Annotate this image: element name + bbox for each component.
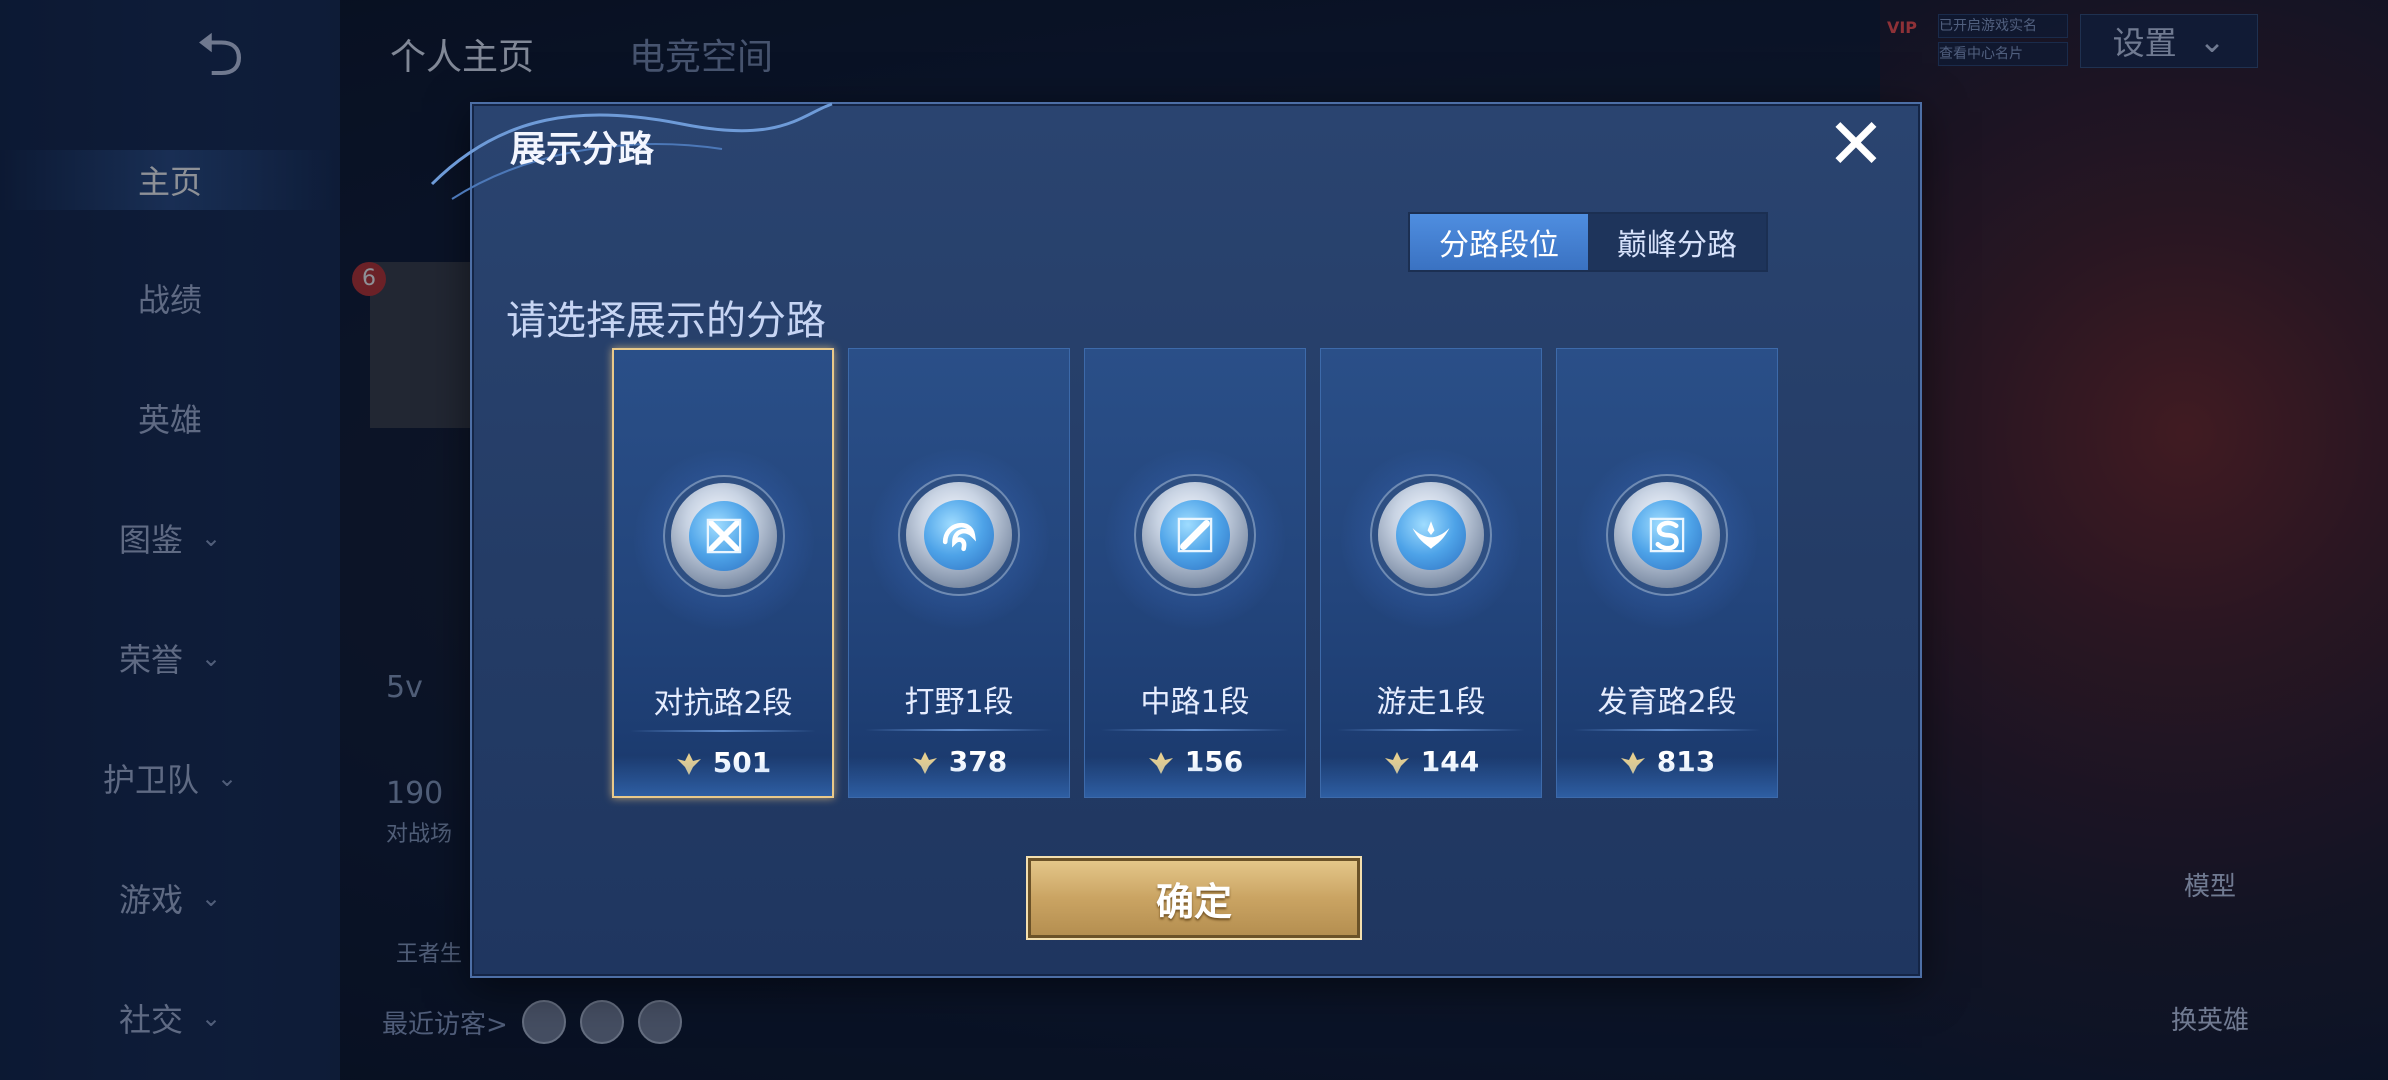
clash-lane-icon (671, 483, 777, 589)
lane-card-list: 对抗路2段 501 打野1段 378 (612, 348, 1778, 798)
lane-display-dialog: 展示分路 ✕ 分路段位 巅峰分路 请选择展示的分路 对抗路2段 501 (430, 102, 1922, 978)
roam-icon (1378, 482, 1484, 588)
farm-lane-icon (1614, 482, 1720, 588)
card-bottom-glow (849, 757, 1069, 797)
divider (865, 729, 1053, 731)
tab-lane-rank[interactable]: 分路段位 (1410, 214, 1588, 270)
card-bottom-glow (1557, 757, 1777, 797)
confirm-button[interactable]: 确定 (1026, 856, 1362, 940)
lane-rank-label: 游走1段 (1376, 685, 1486, 720)
lane-card-clash[interactable]: 对抗路2段 501 (612, 348, 834, 798)
divider (1337, 729, 1525, 731)
lane-rank-label: 中路1段 (1140, 685, 1250, 720)
segmented-control: 分路段位 巅峰分路 (1408, 212, 1768, 272)
mid-lane-icon (1142, 482, 1248, 588)
lane-rank-label: 对抗路2段 (653, 686, 793, 721)
divider (1573, 729, 1761, 731)
lane-card-farm[interactable]: 发育路2段 813 (1556, 348, 1778, 798)
divider (1101, 729, 1289, 731)
divider (630, 730, 816, 732)
confirm-label: 确定 (1155, 879, 1232, 924)
close-icon[interactable]: ✕ (1824, 109, 1888, 179)
card-bottom-glow (1321, 757, 1541, 797)
card-bottom-glow (1085, 757, 1305, 797)
lane-card-mid[interactable]: 中路1段 156 (1084, 348, 1306, 798)
lane-card-jungle[interactable]: 打野1段 378 (848, 348, 1070, 798)
tab-peak-lane[interactable]: 巅峰分路 (1588, 214, 1766, 270)
jungle-icon (906, 482, 1012, 588)
dialog-title: 展示分路 (510, 129, 655, 170)
lane-rank-label: 打野1段 (904, 685, 1014, 720)
lane-card-roam[interactable]: 游走1段 144 (1320, 348, 1542, 798)
selection-prompt: 请选择展示的分路 (506, 298, 826, 344)
lane-rank-label: 发育路2段 (1597, 685, 1737, 720)
card-bottom-glow (614, 756, 832, 796)
